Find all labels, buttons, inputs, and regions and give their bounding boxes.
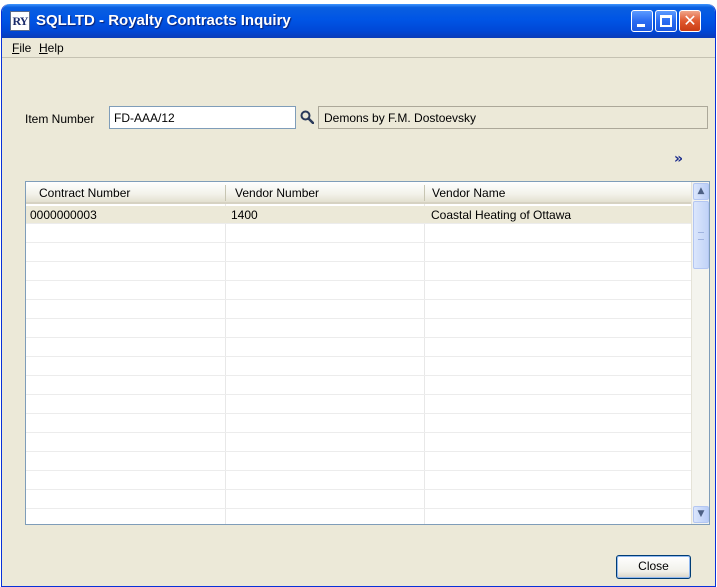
table-row[interactable] [26, 434, 691, 452]
table-row[interactable] [26, 263, 691, 281]
column-header-vendor-number[interactable]: Vendor Number [235, 186, 319, 200]
table-row[interactable] [26, 244, 691, 262]
cell-vendor-number: 1400 [231, 208, 258, 222]
table-row[interactable] [26, 301, 691, 319]
magnifier-icon[interactable] [300, 110, 314, 124]
cell-vendor-name: Coastal Heating of Ottawa [431, 208, 572, 222]
column-header-vendor-name[interactable]: Vendor Name [432, 186, 505, 200]
window-title: SQLLTD - Royalty Contracts Inquiry [36, 12, 291, 29]
cell-contract-number: 0000000003 [30, 208, 97, 222]
column-divider[interactable] [225, 185, 226, 201]
table-row[interactable] [26, 491, 691, 509]
table-row[interactable] [26, 225, 691, 243]
column-divider[interactable] [424, 185, 425, 201]
close-button-label: Close [638, 559, 669, 573]
vertical-scrollbar[interactable]: ▲ ▼ [691, 182, 709, 524]
menu-file[interactable]: File [12, 41, 31, 55]
table-row[interactable] [26, 358, 691, 376]
title-bar[interactable]: RY SQLLTD - Royalty Contracts Inquiry ✕ [2, 4, 715, 38]
table-row[interactable] [26, 320, 691, 338]
royalty-contracts-window: RY SQLLTD - Royalty Contracts Inquiry ✕ … [1, 4, 716, 587]
item-number-label: Item Number [25, 112, 95, 126]
menu-bar: File Help [2, 38, 715, 58]
maximize-button[interactable] [655, 10, 677, 32]
item-number-input[interactable] [109, 106, 296, 129]
window-close-button[interactable]: ✕ [679, 10, 701, 32]
grid-header: Contract Number Vendor Number Vendor Nam… [26, 182, 691, 204]
table-row[interactable] [26, 453, 691, 471]
item-description-field: Demons by F.M. Dostoevsky [318, 106, 708, 129]
column-header-contract-number[interactable]: Contract Number [39, 186, 130, 200]
maximize-icon [660, 15, 672, 27]
table-row[interactable] [26, 282, 691, 300]
menu-help[interactable]: Help [39, 41, 64, 55]
table-row[interactable] [26, 415, 691, 433]
scroll-up-icon[interactable]: ▲ [693, 183, 709, 200]
close-button[interactable]: Close [616, 555, 691, 579]
double-chevron-right-icon[interactable]: » [674, 151, 683, 167]
app-icon[interactable]: RY [10, 11, 30, 31]
scroll-thumb[interactable] [693, 201, 709, 269]
table-row[interactable]: 0000000003 1400 Coastal Heating of Ottaw… [26, 206, 691, 224]
table-row[interactable] [26, 472, 691, 490]
minimize-button[interactable] [631, 10, 653, 32]
scroll-down-icon[interactable]: ▼ [693, 506, 709, 523]
table-row[interactable] [26, 396, 691, 414]
contracts-grid[interactable]: Contract Number Vendor Number Vendor Nam… [25, 181, 710, 525]
table-row[interactable] [26, 377, 691, 395]
table-row[interactable] [26, 339, 691, 357]
minimize-icon [637, 24, 645, 27]
close-icon: ✕ [683, 11, 697, 30]
